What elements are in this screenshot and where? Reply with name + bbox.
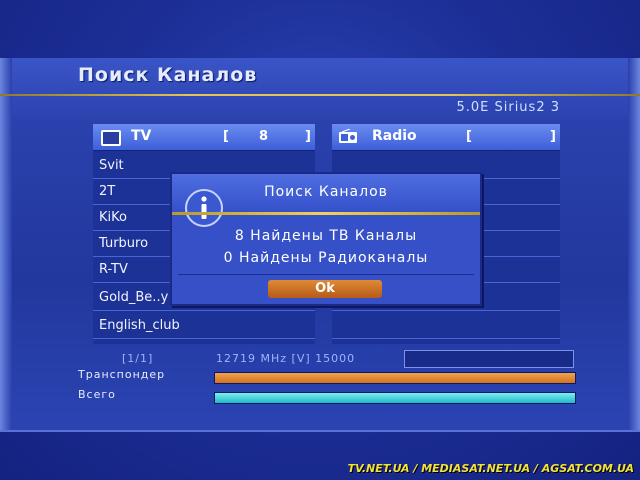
tv-panel-label: TV [131,128,152,144]
background-edge-right [628,58,640,430]
page-title: Поиск Каналов [78,64,258,86]
title-divider [0,94,640,96]
total-progress-bar [214,392,576,404]
dialog-separator [178,274,474,275]
tv-count-bracket-close: ] [305,129,311,144]
search-result-dialog: Поиск Каналов 8 Найдены ТВ Каналы 0 Найд… [170,172,482,306]
radio-icon [339,129,357,143]
radio-count-bracket-open: [ [466,129,472,144]
tv-icon [101,130,121,146]
tv-count-bracket-open: [ [223,129,229,144]
page-indicator: [1/1] [122,352,154,365]
tv-found-message: 8 Найдены ТВ Каналы [234,228,418,244]
bottom-divider [0,430,640,432]
transponder-frequency: 12719 MHz [V] 15000 [216,352,356,365]
radio-found-message: 0 Найдены Радиоканалы [223,250,429,266]
ok-button[interactable]: Ok [268,280,382,298]
transponder-label: Транспондер [78,368,166,381]
radio-panel-header: Radio [ ] [332,124,560,151]
tv-channel-count: 8 [259,129,269,144]
channel-item[interactable]: English_club [93,314,315,339]
satellite-name: 5.0E Sirius2 3 [456,100,560,115]
watermark: TV.NET.UA / MEDIASAT.NET.UA / AGSAT.COM.… [347,462,634,475]
total-label: Всего [78,388,116,401]
transponder-progress-bar [214,372,576,384]
signal-indicator-box [404,350,574,368]
dialog-divider [172,212,480,215]
radio-count-bracket-close: ] [550,129,556,144]
radio-panel-label: Radio [372,128,417,144]
dialog-title: Поиск Каналов [264,184,388,200]
background-edge-left [0,58,12,430]
list-item [332,314,560,339]
tv-panel-header: TV [ 8 ] [93,124,315,151]
